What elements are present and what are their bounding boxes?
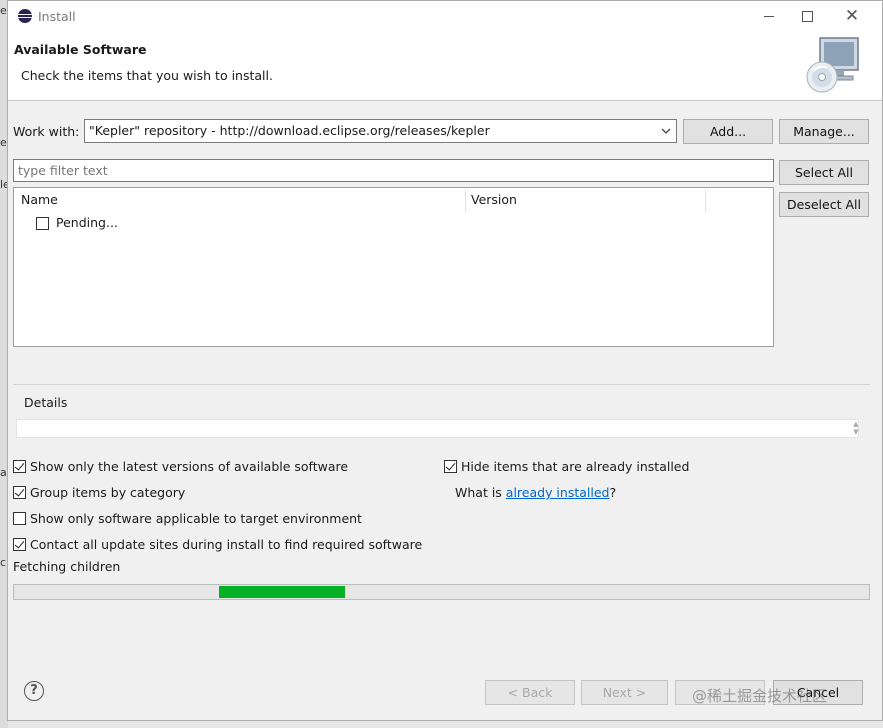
watermark: @稀土掘金技术社区: [692, 687, 828, 705]
background-text: a: [0, 466, 7, 479]
column-separator: [705, 190, 706, 212]
progress-bar-fill: [219, 586, 345, 598]
row-label: Pending...: [56, 215, 118, 230]
column-separator: [465, 190, 466, 212]
maximize-button[interactable]: [796, 6, 818, 26]
eclipse-icon: [18, 9, 32, 23]
background-text: e: [0, 4, 7, 17]
group-by-category-checkbox[interactable]: [13, 486, 26, 499]
details-scroll-arrows[interactable]: ▲ ▼: [851, 420, 861, 437]
row-checkbox[interactable]: [36, 217, 49, 230]
page-subtitle: Check the items that you wish to install…: [21, 68, 273, 83]
install-cd-monitor-icon: [806, 37, 859, 93]
background-text: c: [0, 556, 7, 569]
applicable-only-checkbox[interactable]: [13, 512, 26, 525]
install-dialog: Install ✕ Available Software Check the i…: [7, 0, 883, 721]
manage-sites-button[interactable]: Manage...: [779, 119, 869, 144]
details-text[interactable]: [16, 419, 859, 438]
show-latest-checkbox[interactable]: [13, 460, 26, 473]
wizard-header: Available Software Check the items that …: [8, 31, 882, 101]
hide-installed-label: Hide items that are already installed: [461, 459, 690, 474]
what-is-installed-text: What is already installed?: [455, 485, 616, 500]
close-button[interactable]: ✕: [841, 6, 863, 26]
work-with-value: "Kepler" repository - http://download.ec…: [89, 123, 490, 138]
minimize-button[interactable]: [758, 6, 780, 26]
deselect-all-button[interactable]: Deselect All: [779, 192, 869, 217]
status-text: Fetching children: [13, 559, 121, 574]
page-title: Available Software: [14, 42, 147, 57]
applicable-only-label: Show only software applicable to target …: [30, 511, 362, 526]
details-label: Details: [22, 395, 70, 410]
select-all-button[interactable]: Select All: [779, 160, 869, 185]
group-by-category-label: Group items by category: [30, 485, 186, 500]
show-latest-label: Show only the latest versions of availab…: [30, 459, 349, 474]
title-bar[interactable]: Install ✕: [8, 1, 882, 31]
what-is-suffix: ?: [609, 485, 617, 500]
software-tree[interactable]: Name Version Pending...: [13, 187, 774, 347]
dropdown-chevron-icon[interactable]: [660, 124, 672, 138]
column-header-name[interactable]: Name: [21, 192, 58, 207]
help-icon[interactable]: ?: [24, 681, 44, 701]
hide-installed-checkbox[interactable]: [444, 460, 457, 473]
already-installed-link[interactable]: already installed: [506, 485, 610, 500]
back-button[interactable]: < Back: [485, 680, 575, 705]
tree-row[interactable]: Pending...: [36, 215, 236, 233]
contact-sites-label: Contact all update sites during install …: [30, 537, 423, 552]
what-is-prefix: What is: [455, 485, 506, 500]
next-button[interactable]: Next >: [581, 680, 668, 705]
add-site-button[interactable]: Add...: [683, 119, 773, 144]
work-with-label: Work with:: [13, 124, 80, 139]
window-title: Install: [38, 9, 76, 24]
contact-sites-checkbox[interactable]: [13, 538, 26, 551]
column-header-version[interactable]: Version: [471, 192, 517, 207]
filter-input[interactable]: type filter text: [13, 159, 774, 182]
progress-bar: [13, 584, 870, 600]
work-with-combo[interactable]: "Kepler" repository - http://download.ec…: [84, 119, 677, 143]
